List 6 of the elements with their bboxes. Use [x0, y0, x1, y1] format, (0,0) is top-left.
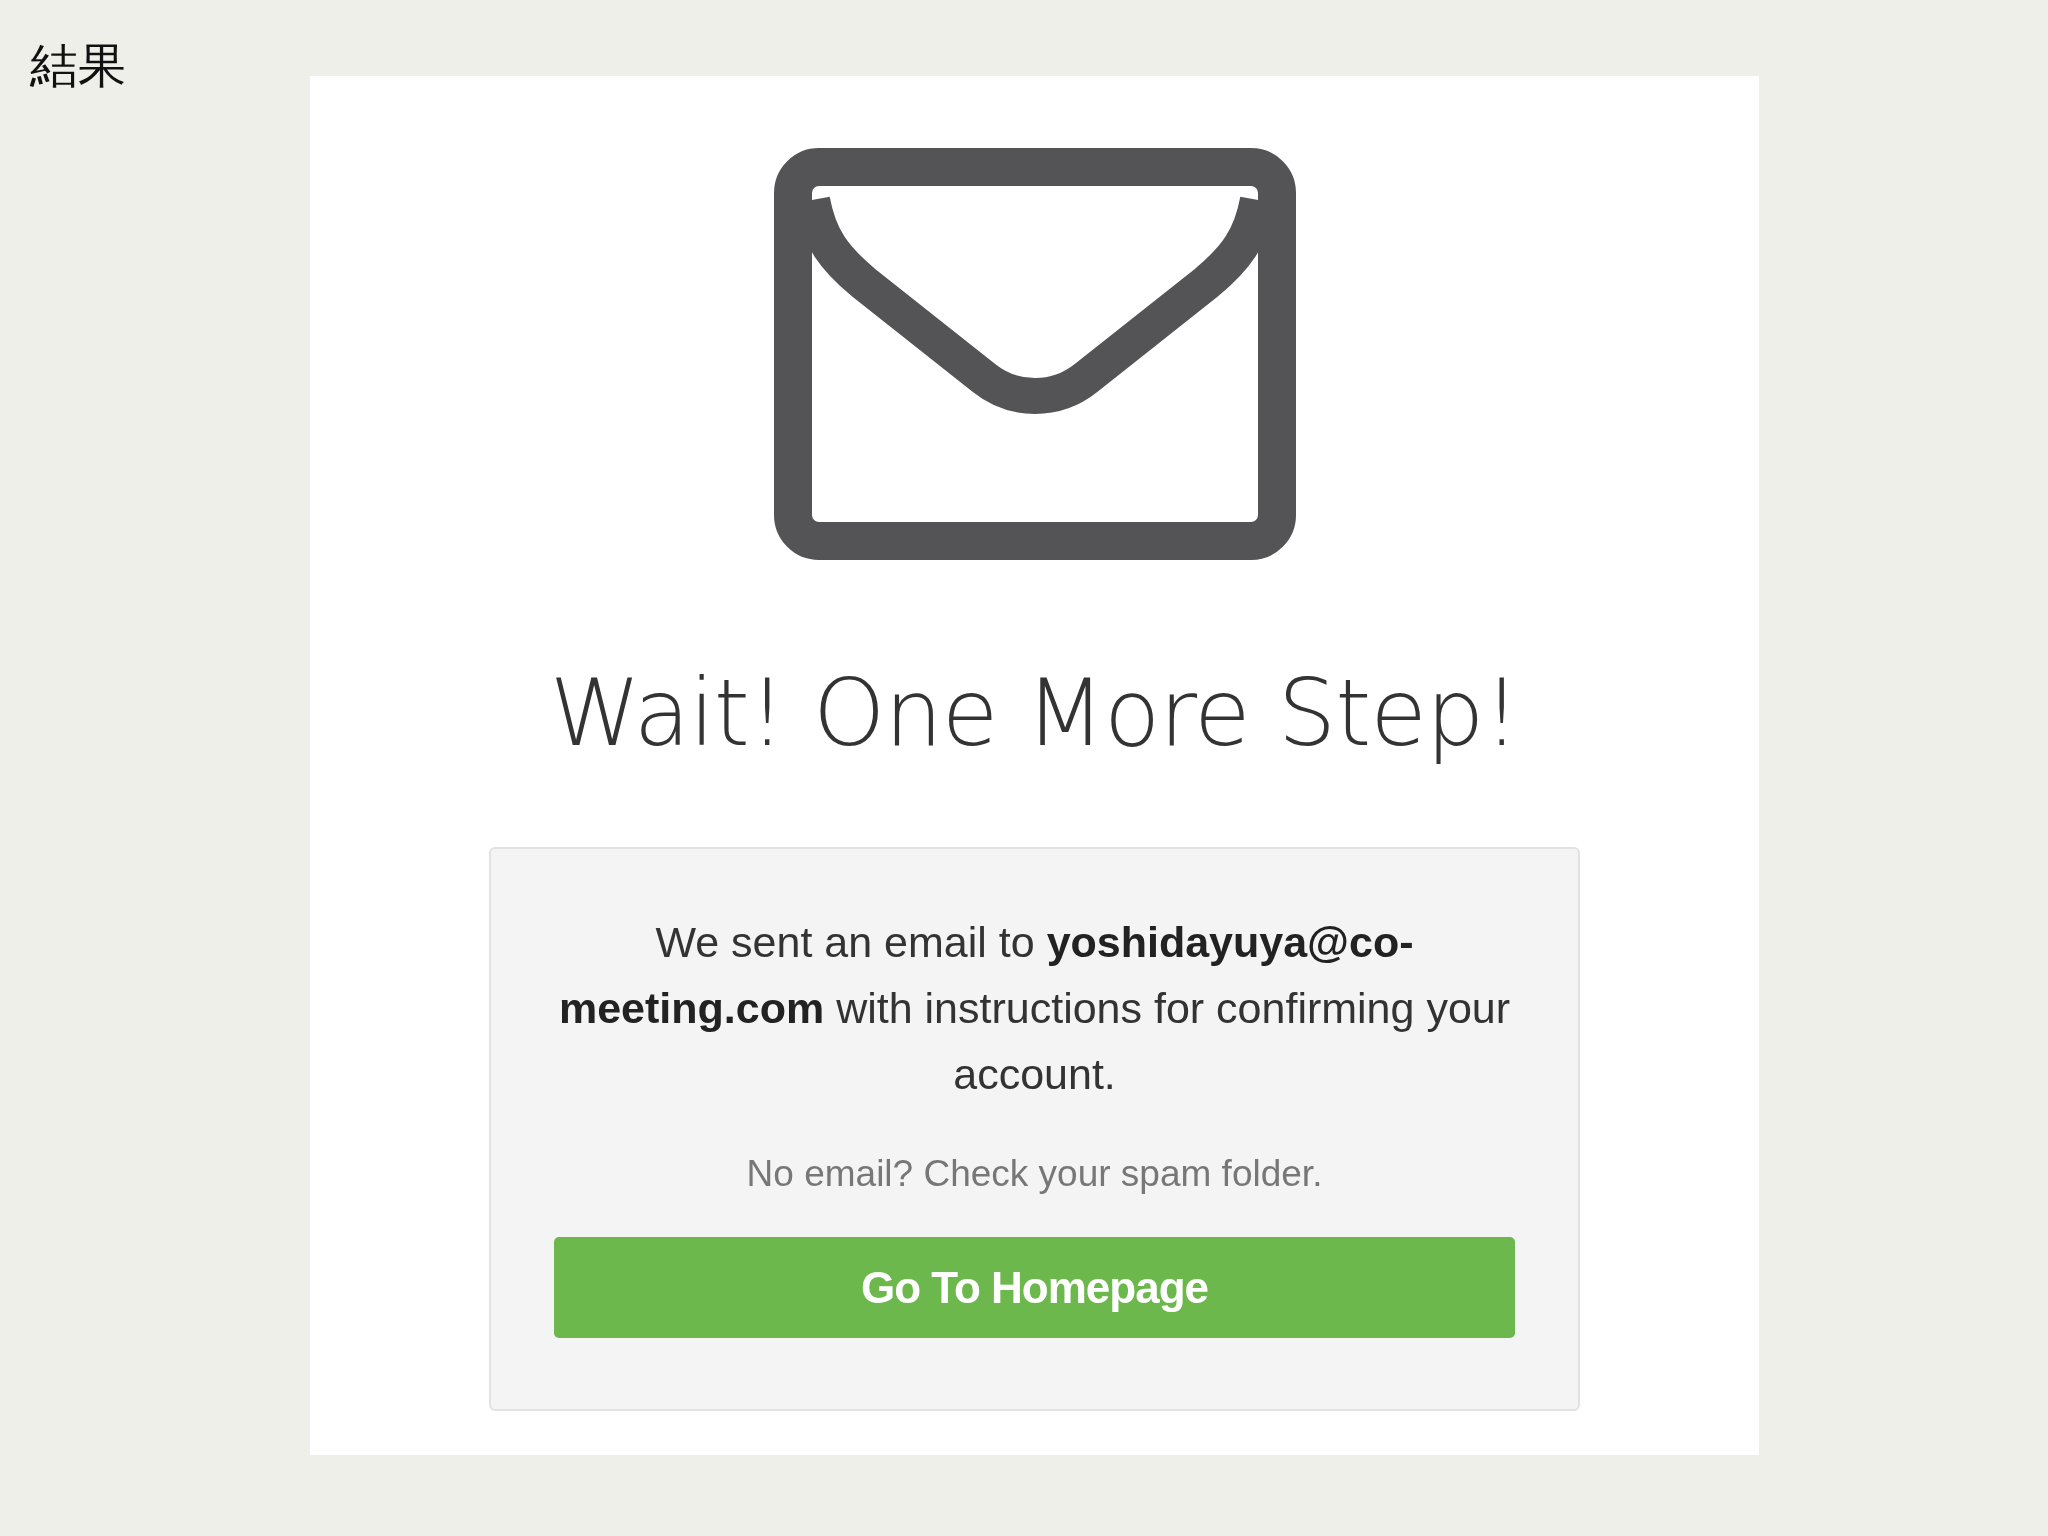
- spam-hint: No email? Check your spam folder.: [746, 1153, 1323, 1195]
- page-title: Wait! One More Step!: [549, 660, 1520, 767]
- homepage-button[interactable]: Go To Homepage: [554, 1237, 1515, 1338]
- confirmation-message: We sent an email to yoshidayuya@co-meeting.com with instructions for confirming your account.: [557, 917, 1512, 1100]
- page-label: 結果: [30, 36, 127, 95]
- envelope-icon: [773, 148, 1296, 560]
